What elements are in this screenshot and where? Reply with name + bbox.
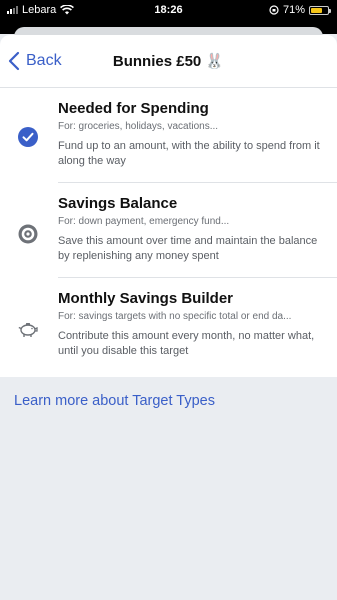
- option-text: Monthly Savings Builder For: savings tar…: [58, 290, 329, 359]
- status-bar: Lebara 18:26 71%: [0, 0, 337, 20]
- piggy-bank-icon: [18, 323, 38, 337]
- target-option-needed-for-spending[interactable]: Needed for Spending For: groceries, holi…: [0, 88, 337, 183]
- target-type-list: Needed for Spending For: groceries, holi…: [0, 88, 337, 377]
- option-title: Needed for Spending: [58, 100, 209, 117]
- option-text: Needed for Spending For: groceries, holi…: [58, 100, 329, 169]
- checkmark-circle-icon: [18, 127, 38, 147]
- option-subtitle: For: groceries, holidays, vacations...: [58, 121, 219, 132]
- battery-percent: 71%: [282, 4, 305, 16]
- target-type-sheet: Back Bunnies £50 🐰 Needed for Spending F…: [0, 35, 337, 600]
- option-title: Monthly Savings Builder: [58, 290, 234, 307]
- battery-level: [311, 7, 322, 13]
- status-right: 71%: [269, 4, 331, 16]
- option-description: Contribute this amount every month, no m…: [58, 330, 315, 357]
- option-subtitle: For: savings targets with no specific to…: [58, 311, 292, 322]
- screen: Lebara 18:26 71% Back Bunnies £50 🐰 Need…: [0, 0, 337, 600]
- learn-more-link[interactable]: Learn more about Target Types: [14, 393, 337, 409]
- option-description: Save this amount over time and maintain …: [58, 235, 318, 262]
- option-title: Savings Balance: [58, 195, 178, 212]
- option-subtitle: For: down payment, emergency fund...: [58, 216, 230, 227]
- target-option-savings-balance[interactable]: Savings Balance For: down payment, emerg…: [0, 183, 337, 278]
- battery-icon: [309, 5, 331, 15]
- page-title: Bunnies £50 🐰: [112, 53, 225, 70]
- option-text: Savings Balance For: down payment, emerg…: [58, 195, 329, 264]
- target-icon: [18, 224, 38, 244]
- orientation-lock-icon: [269, 5, 279, 15]
- target-option-monthly-savings-builder[interactable]: Monthly Savings Builder For: savings tar…: [0, 278, 337, 373]
- option-description: Fund up to an amount, with the ability t…: [58, 140, 320, 167]
- navigation-bar: Back Bunnies £50 🐰: [0, 35, 337, 88]
